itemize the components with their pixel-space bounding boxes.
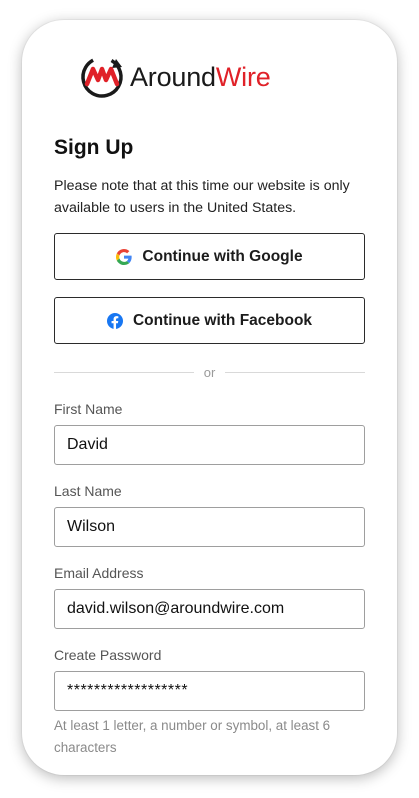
create-password-input[interactable] (54, 671, 365, 711)
or-divider: or (54, 362, 365, 382)
google-icon (116, 248, 133, 265)
email-address-input[interactable] (54, 589, 365, 629)
facebook-button-label: Continue with Facebook (132, 311, 313, 329)
last-name-label: Last Name (54, 483, 122, 499)
brand-name: AroundWire (130, 61, 271, 92)
password-hint: At least 1 letter, a number or symbol, a… (54, 718, 331, 755)
google-button-label: Continue with Google (142, 247, 303, 265)
first-name-input[interactable] (54, 425, 365, 465)
continue-with-google-button[interactable]: Continue with Google (54, 233, 365, 280)
divider-line-right (225, 371, 365, 373)
page-title: Sign Up (54, 136, 134, 159)
continue-with-facebook-button[interactable]: Continue with Facebook (54, 297, 365, 344)
availability-note: Please note that at this time our websit… (54, 178, 350, 216)
first-name-label: First Name (54, 401, 123, 417)
divider-or-text: or (203, 364, 216, 380)
signup-card: AroundWire Sign Up Please note that at t… (22, 20, 397, 775)
brand-logo: AroundWire (78, 53, 271, 101)
last-name-input[interactable] (54, 507, 365, 547)
create-password-label: Create Password (54, 647, 162, 663)
aroundwire-logo-icon (78, 53, 126, 101)
email-address-label: Email Address (54, 565, 144, 581)
divider-line-left (54, 371, 194, 373)
facebook-icon (106, 312, 123, 329)
